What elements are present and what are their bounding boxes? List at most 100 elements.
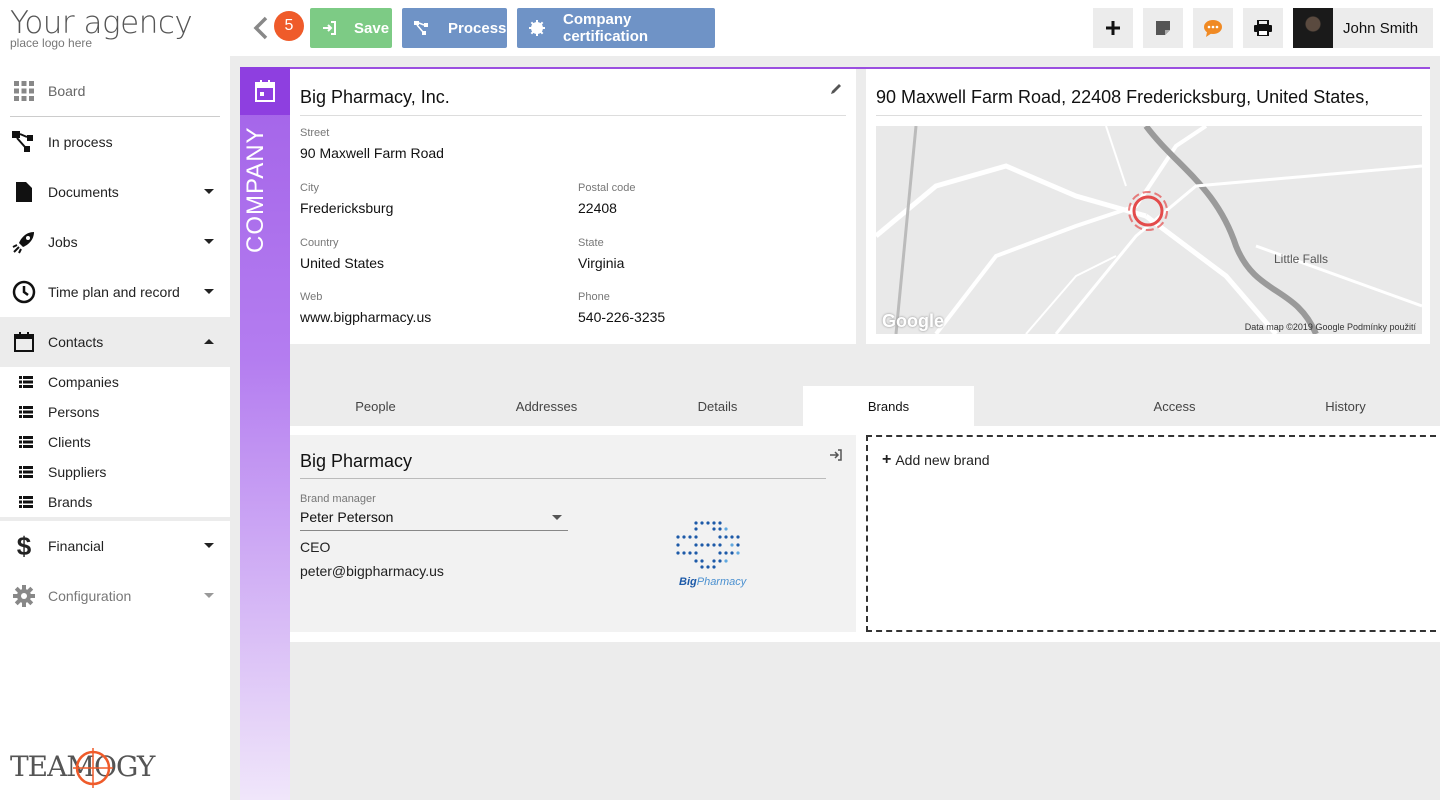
sidebar: Your agency place logo here Board In pro… (0, 0, 230, 800)
divider (876, 115, 1422, 116)
brand-manager-label: Brand manager (300, 493, 376, 505)
field-label: Postal code (578, 182, 636, 194)
company-name: Big Pharmacy, Inc. (300, 87, 450, 107)
brand-manager-select[interactable]: Peter Peterson (300, 509, 568, 531)
section-label: COMPANY (242, 126, 269, 253)
comments-button[interactable] (1193, 8, 1233, 48)
phone-link[interactable]: 540-226-3235 (578, 309, 665, 325)
map-attribution[interactable]: Data map ©2019 Google Podmínky použití (1245, 322, 1416, 332)
map-address: 90 Maxwell Farm Road, 22408 Fredericksbu… (876, 87, 1370, 107)
chevron-up-icon (204, 339, 214, 344)
brand-logo-text-light: Pharmacy (696, 576, 747, 588)
tab-brands[interactable]: Brands (803, 386, 974, 426)
street-field: Street 90 Maxwell Farm Road (300, 127, 444, 161)
print-button[interactable] (1243, 8, 1283, 48)
chevron-down-icon (204, 239, 214, 244)
country-field: Country United States (300, 237, 384, 271)
google-map[interactable]: Little Falls Google Data map ©2019 Googl… (876, 126, 1422, 334)
field-label: Phone (578, 291, 610, 303)
pencil-icon[interactable] (830, 83, 842, 95)
back-arrow-icon[interactable] (252, 16, 270, 40)
sticky-note-button[interactable] (1143, 8, 1183, 48)
sidebar-subitem-label: Brands (48, 494, 93, 510)
sidebar-item-suppliers[interactable]: Suppliers (0, 457, 230, 487)
plus-icon (1106, 21, 1120, 35)
tab-people[interactable]: People (290, 386, 461, 426)
field-value: Virginia (578, 255, 625, 271)
sidebar-item-in-process[interactable]: In process (0, 117, 230, 167)
brand-manager-email[interactable]: peter@bigpharmacy.us (300, 563, 444, 579)
field-label: Street (300, 127, 330, 139)
divider (300, 115, 846, 116)
user-menu[interactable]: John Smith (1293, 8, 1433, 48)
tab-addresses[interactable]: Addresses (461, 386, 632, 426)
tab-history[interactable]: History (1260, 386, 1431, 426)
sidebar-item-brands[interactable]: Brands (0, 487, 230, 517)
sidebar-item-jobs[interactable]: Jobs (0, 217, 230, 267)
sign-in-icon (322, 21, 336, 35)
save-button[interactable]: Save (310, 8, 392, 48)
sidebar-item-documents[interactable]: Documents (0, 167, 230, 217)
main-nav: Board In process Documents Jobs Time pla… (0, 66, 230, 621)
brand-card: Big Pharmacy Brand manager Peter Peterso… (290, 435, 856, 632)
add-new-brand-button[interactable]: + Add new brand (882, 451, 990, 469)
teamogy-wordmark: TEAMOGY (10, 748, 157, 788)
sidebar-subitem-label: Suppliers (48, 464, 107, 480)
process-button[interactable]: Process (402, 8, 507, 48)
field-label: City (300, 182, 319, 194)
sidebar-item-companies[interactable]: Companies (0, 367, 230, 397)
sidebar-item-label: Configuration (48, 588, 132, 604)
brand-name: Big Pharmacy (300, 451, 413, 471)
sidebar-item-board[interactable]: Board (0, 66, 230, 116)
brand-manager-value: Peter Peterson (300, 509, 394, 525)
brand-logo-text-bold: Big (679, 576, 697, 588)
add-brand-dropzone[interactable]: + Add new brand (866, 435, 1436, 632)
chevron-down-icon (204, 189, 214, 194)
add-button[interactable] (1093, 8, 1133, 48)
sidebar-item-time-plan[interactable]: Time plan and record (0, 267, 230, 317)
web-link[interactable]: www.bigpharmacy.us (300, 309, 431, 325)
sidebar-item-financial[interactable]: $ Financial (0, 521, 230, 571)
map-town-label: Little Falls (1274, 252, 1329, 266)
field-value: 22408 (578, 200, 617, 216)
sidebar-item-label: Board (48, 83, 86, 99)
open-icon[interactable] (830, 449, 842, 461)
sidebar-item-label: Time plan and record (48, 284, 180, 300)
printer-icon (1254, 20, 1272, 36)
map-card: 90 Maxwell Farm Road, 22408 Fredericksbu… (866, 69, 1430, 344)
sidebar-item-configuration[interactable]: Configuration (0, 571, 230, 621)
chevron-down-icon (552, 515, 562, 520)
field-value: United States (300, 255, 385, 271)
divider (300, 478, 826, 479)
tab-access[interactable]: Access (1089, 386, 1260, 426)
sidebar-item-clients[interactable]: Clients (0, 427, 230, 457)
sidebar-item-persons[interactable]: Persons (0, 397, 230, 427)
process-flow-icon (12, 130, 36, 154)
field-label: State (578, 237, 604, 249)
sidebar-subitem-label: Clients (48, 434, 91, 450)
postal-code-field: Postal code 22408 (578, 182, 635, 216)
field-label: Web (300, 291, 323, 303)
sidebar-item-label: In process (48, 134, 113, 150)
sidebar-subitem-label: Persons (48, 404, 100, 420)
notification-badge[interactable]: 5 (274, 11, 304, 41)
map-roads (876, 126, 1422, 334)
company-certification-button[interactable]: Company certification (517, 8, 715, 48)
field-value: 90 Maxwell Farm Road (300, 145, 444, 161)
process-flow-icon (414, 21, 430, 35)
list-icon (19, 436, 33, 448)
list-icon (19, 496, 33, 508)
detail-tabs: People Addresses Details Brands Access H… (290, 386, 1430, 426)
sidebar-item-contacts[interactable]: Contacts (0, 317, 230, 367)
sidebar-item-label: Jobs (48, 234, 78, 250)
brand-logo-text: BigPharmacy (679, 576, 746, 588)
rocket-icon (12, 230, 36, 254)
chevron-down-icon (204, 593, 214, 598)
comment-icon (1204, 20, 1222, 37)
city-field: City Fredericksburg (300, 182, 393, 216)
gear-icon (12, 584, 36, 608)
tab-details[interactable]: Details (632, 386, 803, 426)
brand-manager-role: CEO (300, 539, 331, 555)
agency-logo[interactable]: Your agency place logo here (10, 6, 193, 50)
save-label: Save (354, 19, 390, 37)
